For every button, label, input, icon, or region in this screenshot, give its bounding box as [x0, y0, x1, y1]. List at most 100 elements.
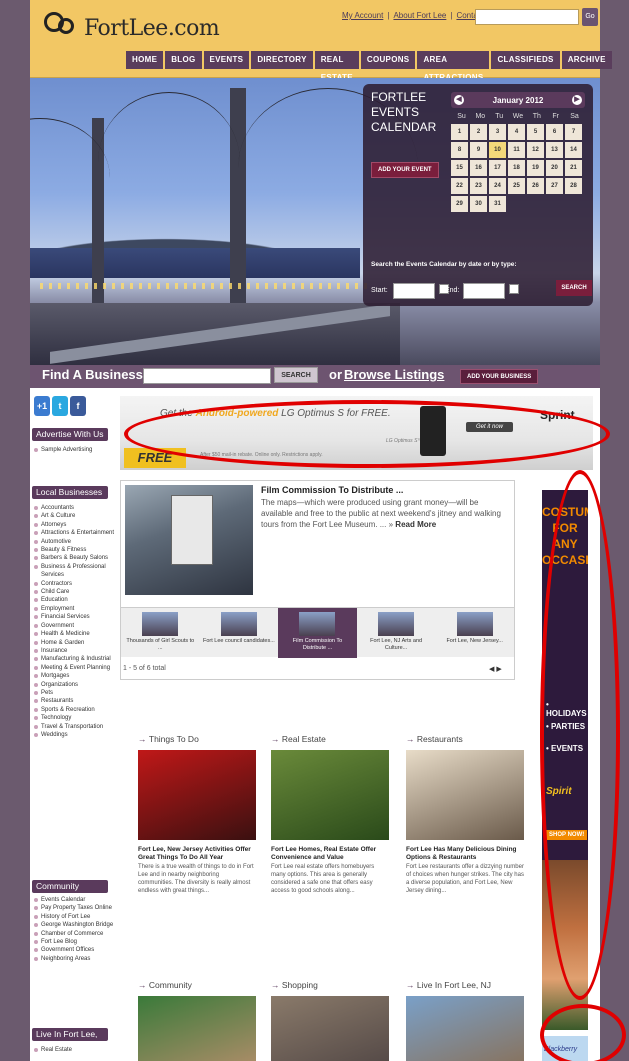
calendar-day[interactable]: 30 [470, 196, 487, 212]
sidebar-link[interactable]: Contractors [34, 580, 126, 588]
sidebar-link[interactable]: Financial Services [34, 613, 126, 621]
calendar-day[interactable]: 14 [565, 142, 582, 158]
slider-thumbnail[interactable]: Fort Lee council candidates... [200, 608, 279, 658]
business-search-input[interactable] [143, 368, 271, 384]
sidebar-link[interactable]: Insurance [34, 647, 126, 655]
nav-area-attractions[interactable]: AREA ATTRACTIONS [417, 51, 490, 82]
slider-thumbnail[interactable]: Film Commission To Distribute ... [278, 608, 357, 658]
calendar-day[interactable]: 31 [489, 196, 506, 212]
calendar-day[interactable]: 8 [451, 142, 468, 158]
sidebar-link[interactable]: Business & Professional Services [34, 563, 126, 580]
category-photo[interactable] [138, 750, 256, 840]
category-article-title[interactable]: Fort Lee, New Jersey Activities Offer Gr… [138, 846, 256, 862]
sidebar-link[interactable]: Automotive [34, 538, 126, 546]
sidebar-link[interactable]: Mortgages [34, 672, 126, 680]
sidebar-link[interactable]: Employment [34, 605, 126, 613]
slider-thumbnail[interactable]: Fort Lee, New Jersey... [435, 608, 514, 658]
sidebar-link[interactable]: Government Offices [34, 946, 126, 954]
browse-listings-link[interactable]: Browse Listings [344, 367, 444, 382]
sidebar-link[interactable]: Neighboring Areas [34, 955, 126, 963]
calendar-day[interactable]: 22 [451, 178, 468, 194]
calendar-day[interactable]: 21 [565, 160, 582, 176]
category-heading[interactable]: → Real Estate [271, 732, 389, 746]
calendar-day[interactable]: 24 [489, 178, 506, 194]
category-heading[interactable]: → Restaurants [406, 732, 524, 746]
sidebar-link[interactable]: Health & Medicine [34, 630, 126, 638]
calendar-day[interactable]: 3 [489, 124, 506, 140]
sidebar-link[interactable]: Sports & Recreation [34, 706, 126, 714]
nav-blog[interactable]: BLOG [165, 51, 202, 69]
business-search-button[interactable]: SEARCH [274, 367, 318, 383]
nav-home[interactable]: HOME [126, 51, 164, 69]
blackberry-ad[interactable]: Blackberry [542, 1036, 588, 1061]
sidebar-link[interactable]: Barbers & Beauty Salons [34, 554, 126, 562]
spirit-skyscraper-ad[interactable]: COSTUMES FOR ANY OCCASION! • HOLIDAYS • … [542, 490, 588, 1030]
sidebar-link[interactable]: Real Estate [34, 1046, 126, 1054]
category-heading[interactable]: → Live In Fort Lee, NJ [406, 978, 524, 992]
category-heading[interactable]: → Community [138, 978, 256, 992]
calendar-day[interactable]: 28 [565, 178, 582, 194]
sidebar-link[interactable]: Sample Advertising [34, 446, 126, 454]
sidebar-link[interactable]: Attorneys [34, 521, 126, 529]
sidebar-link[interactable]: Child Care [34, 588, 126, 596]
calendar-day[interactable]: 7 [565, 124, 582, 140]
calendar-day[interactable]: 16 [470, 160, 487, 176]
calendar-day[interactable]: 17 [489, 160, 506, 176]
category-photo[interactable] [406, 750, 524, 840]
sidebar-link[interactable]: Events Calendar [34, 896, 126, 904]
category-heading[interactable]: → Things To Do [138, 732, 256, 746]
category-photo[interactable] [271, 996, 389, 1061]
end-calendar-icon[interactable] [509, 284, 519, 294]
sidebar-link[interactable]: Beauty & Fitness [34, 546, 126, 554]
slider-thumbnail[interactable]: Thousands of Girl Scouts to ... [121, 608, 200, 658]
calendar-day[interactable]: 10 [489, 142, 506, 158]
calendar-day[interactable]: 9 [470, 142, 487, 158]
featured-image[interactable] [125, 485, 253, 595]
sidebar-link[interactable]: Technology [34, 714, 126, 722]
add-business-button[interactable]: ADD YOUR BUSINESS [460, 369, 539, 384]
add-event-button[interactable]: ADD YOUR EVENT [371, 162, 439, 178]
calendar-day[interactable]: 20 [546, 160, 563, 176]
calendar-day[interactable]: 13 [546, 142, 563, 158]
sidebar-link[interactable]: Restaurants [34, 697, 126, 705]
sidebar-link[interactable]: History of Fort Lee [34, 913, 126, 921]
nav-directory[interactable]: DIRECTORY [251, 51, 313, 69]
site-search-button[interactable]: Go [582, 8, 598, 26]
calendar-search-button[interactable]: SEARCH [556, 280, 592, 296]
sidebar-link[interactable]: Manufacturing & Industrial [34, 655, 126, 663]
sidebar-link[interactable]: Fort Lee Blog [34, 938, 126, 946]
sidebar-link[interactable]: Meeting & Event Planning [34, 664, 126, 672]
sidebar-link[interactable]: Home & Garden [34, 639, 126, 647]
ad-cta-button[interactable]: Get it now [466, 422, 514, 432]
calendar-day[interactable]: 25 [508, 178, 525, 194]
calendar-day[interactable]: 27 [546, 178, 563, 194]
google-plus-icon[interactable]: +1 [34, 396, 50, 416]
sidebar-link[interactable]: Organizations [34, 681, 126, 689]
slider-arrows[interactable]: ◀ ▶ [489, 665, 502, 673]
facebook-icon[interactable]: f [70, 396, 86, 416]
sidebar-link[interactable]: Attractions & Entertainment [34, 529, 126, 537]
calendar-day[interactable]: 11 [508, 142, 525, 158]
nav-archive[interactable]: ARCHIVE [561, 51, 612, 69]
calendar-day[interactable]: 2 [470, 124, 487, 140]
nav-real-estate[interactable]: REAL ESTATE [314, 51, 359, 82]
sprint-banner-ad[interactable]: Get the Android-powered LG Optimus S for… [120, 396, 593, 470]
sidebar-link[interactable]: Art & Culture [34, 512, 126, 520]
sidebar-link[interactable]: Government [34, 622, 126, 630]
calendar-day[interactable]: 23 [470, 178, 487, 194]
sidebar-link[interactable]: Pay Property Taxes Online [34, 904, 126, 912]
calendar-day[interactable]: 19 [527, 160, 544, 176]
about-link[interactable]: About Fort Lee [393, 11, 446, 20]
read-more-link[interactable]: Read More [395, 520, 436, 529]
slider-thumbnail[interactable]: Fort Lee, NJ Arts and Culture... [357, 608, 436, 658]
site-search-input[interactable] [475, 9, 579, 25]
nav-classifieds[interactable]: CLASSIFIEDS [491, 51, 560, 69]
calendar-day[interactable]: 5 [527, 124, 544, 140]
category-article-title[interactable]: Fort Lee Has Many Delicious Dining Optio… [406, 846, 524, 862]
sidebar-link[interactable]: Pets [34, 689, 126, 697]
calendar-day[interactable]: 15 [451, 160, 468, 176]
sidebar-link[interactable]: Weddings [34, 731, 126, 739]
sidebar-link[interactable]: George Washington Bridge [34, 921, 126, 929]
my-account-link[interactable]: My Account [342, 11, 383, 20]
sidebar-link[interactable]: Chamber of Commerce [34, 930, 126, 938]
